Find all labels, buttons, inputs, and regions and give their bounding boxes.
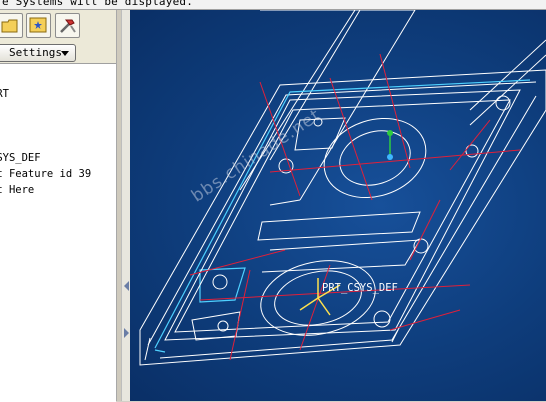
message-bar: e Systems will be displayed. (0, 0, 546, 10)
settings-star-button[interactable] (26, 13, 51, 38)
model-tree: PRT ' ' ' CSYS_DEF rt Feature id 39 rt H… (0, 63, 116, 402)
tools-button[interactable] (55, 13, 80, 38)
model-tree-toolbar (0, 10, 126, 41)
open-folder-button[interactable] (0, 13, 23, 38)
settings-dropdown[interactable]: Settings (0, 44, 76, 62)
model-wireframe (139, 10, 546, 366)
message-text: e Systems will be displayed. (2, 0, 194, 8)
graphics-viewport[interactable]: PRT_CSYS_DEF bbs.chinade.net (130, 10, 546, 401)
tools-icon (60, 19, 76, 33)
tree-item-feature[interactable]: rt Feature id 39 (0, 168, 91, 180)
csys-label: PRT_CSYS_DEF (322, 282, 398, 294)
expand-right-icon[interactable] (124, 328, 129, 338)
settings-row: Settings (0, 41, 116, 63)
chevron-down-icon (61, 51, 69, 56)
collapse-left-icon[interactable] (124, 281, 129, 291)
tree-item-insert-here[interactable]: rt Here (0, 184, 34, 196)
folder-icon (1, 19, 18, 33)
settings-label: Settings (9, 46, 62, 59)
star-icon (29, 17, 47, 33)
tree-item-csys[interactable]: CSYS_DEF (0, 152, 41, 164)
tree-item[interactable]: PRT (0, 88, 9, 100)
